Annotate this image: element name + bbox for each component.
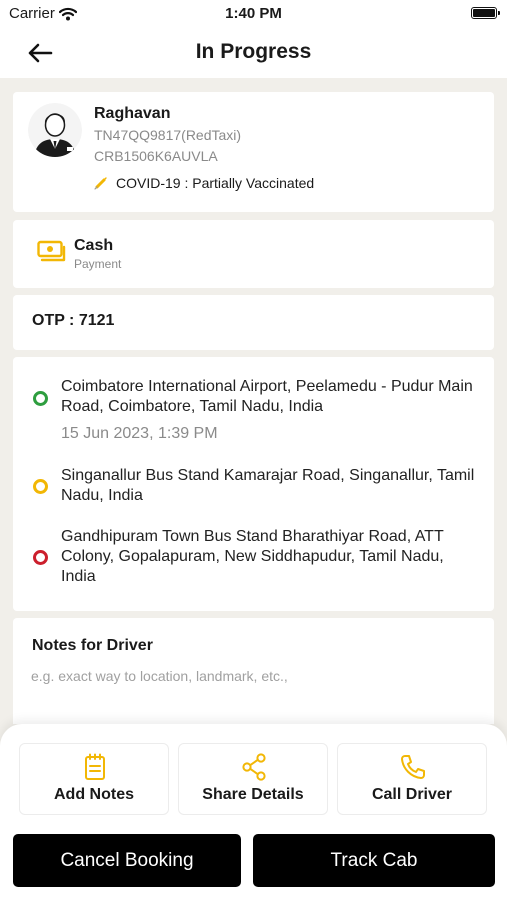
notepad-icon [85, 753, 105, 780]
cancel-booking-button[interactable]: Cancel Booking [13, 834, 241, 887]
notes-title: Notes for Driver [32, 637, 153, 654]
payment-card: Cash Payment [13, 220, 494, 288]
vehicle-number: TN47QQ9817(RedTaxi) [94, 127, 242, 143]
payment-method: Cash [74, 237, 114, 254]
stop-address: Singanallur Bus Stand Kamarajar Road, Si… [61, 467, 475, 504]
covid-status-label: COVID-19 : Partially Vaccinated [116, 175, 315, 191]
drop-dot-icon [33, 550, 48, 565]
battery-icon [471, 7, 500, 19]
call-driver-label: Call Driver [371, 786, 453, 803]
driver-card: Raghavan TN47QQ9817(RedTaxi) CRB1506K6AU… [13, 92, 494, 212]
bottom-action-sheet: Add Notes Share Details Call Driver Canc… [0, 724, 507, 900]
driver-avatar [28, 103, 82, 157]
otp-card: OTP : 7121 [13, 295, 494, 350]
notes-card: Notes for Driver [13, 618, 494, 724]
pickup-dot-icon [33, 391, 48, 406]
route-card: Coimbatore International Airport, Peelam… [13, 357, 494, 611]
covid-status: COVID-19 : Partially Vaccinated [94, 175, 314, 191]
status-bar: Carrier 1:40 PM [0, 0, 507, 28]
pickup-address: Coimbatore International Airport, Peelam… [61, 378, 473, 415]
nav-bar: In Progress [0, 28, 507, 78]
notes-input[interactable] [31, 666, 471, 686]
otp-value: OTP : 7121 [32, 312, 115, 329]
driver-name: Raghavan [94, 105, 171, 122]
track-cab-button[interactable]: Track Cab [253, 834, 495, 887]
drop-address: Gandhipuram Town Bus Stand Bharathiyar R… [61, 528, 444, 585]
payment-label: Payment [74, 257, 122, 271]
page-title: In Progress [195, 40, 312, 63]
share-details-button[interactable]: Share Details [178, 743, 328, 815]
phone-icon [401, 755, 425, 779]
stop-dot-icon [33, 479, 48, 494]
clock: 1:40 PM [225, 5, 282, 22]
add-notes-label: Add Notes [54, 786, 134, 803]
cash-icon [37, 240, 66, 262]
call-driver-button[interactable]: Call Driver [337, 743, 487, 815]
syringe-icon [94, 177, 107, 190]
add-notes-button[interactable]: Add Notes [19, 743, 169, 815]
share-details-label: Share Details [202, 786, 304, 803]
booking-id: CRB1506K6AUVLA [94, 148, 218, 164]
share-icon [242, 753, 266, 781]
pickup-time: 15 Jun 2023, 1:39 PM [61, 425, 218, 442]
